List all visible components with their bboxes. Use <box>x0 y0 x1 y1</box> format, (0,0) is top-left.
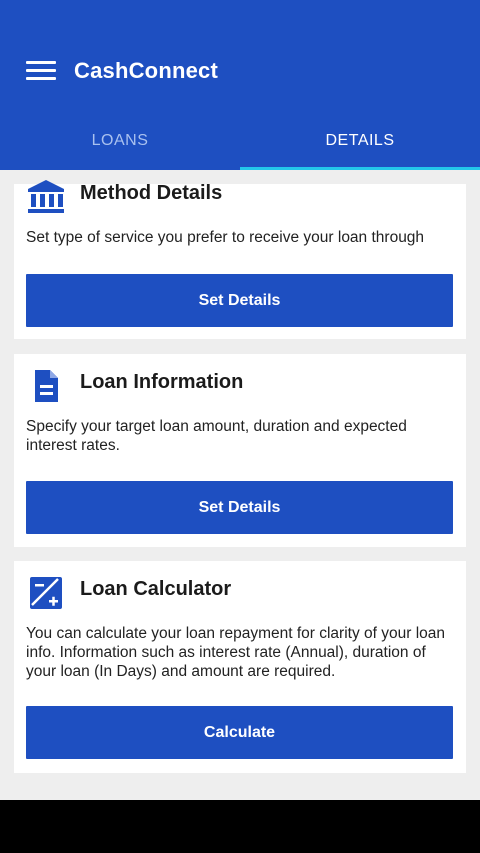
card-description: You can calculate your loan repayment fo… <box>26 625 446 680</box>
document-icon <box>35 370 58 402</box>
tab-loans[interactable]: LOANS <box>0 112 240 170</box>
bank-icon <box>28 180 64 213</box>
card-description: Set type of service you prefer to receiv… <box>26 229 425 246</box>
menu-icon[interactable] <box>26 59 60 83</box>
card-description: Specify your target loan amount, duratio… <box>26 418 407 454</box>
toolbar: CashConnect <box>0 36 480 106</box>
card-title: Loan Information <box>80 371 244 393</box>
details-scroll-area[interactable]: Method Details Set type of service you p… <box>0 170 480 800</box>
calculator-icon <box>30 577 62 609</box>
method-details-card: Method Details Set type of service you p… <box>14 180 466 339</box>
tab-bar: LOANS DETAILS <box>0 112 480 170</box>
app-title: CashConnect <box>74 58 218 83</box>
loan-calculator-card: Loan Calculator You can calculate your l… <box>14 561 466 773</box>
loan-information-card: Loan Information Specify your target loa… <box>14 354 466 547</box>
loan-info-set-details-button[interactable]: Set Details <box>26 481 453 534</box>
system-navigation-bar <box>0 800 480 853</box>
card-title: Method Details <box>80 182 223 204</box>
tab-details[interactable]: DETAILS <box>240 112 480 170</box>
method-set-details-button[interactable]: Set Details <box>26 274 453 327</box>
card-title: Loan Calculator <box>80 578 232 600</box>
app-bar: CashConnect LOANS DETAILS <box>0 0 480 170</box>
calculate-button[interactable]: Calculate <box>26 706 453 759</box>
